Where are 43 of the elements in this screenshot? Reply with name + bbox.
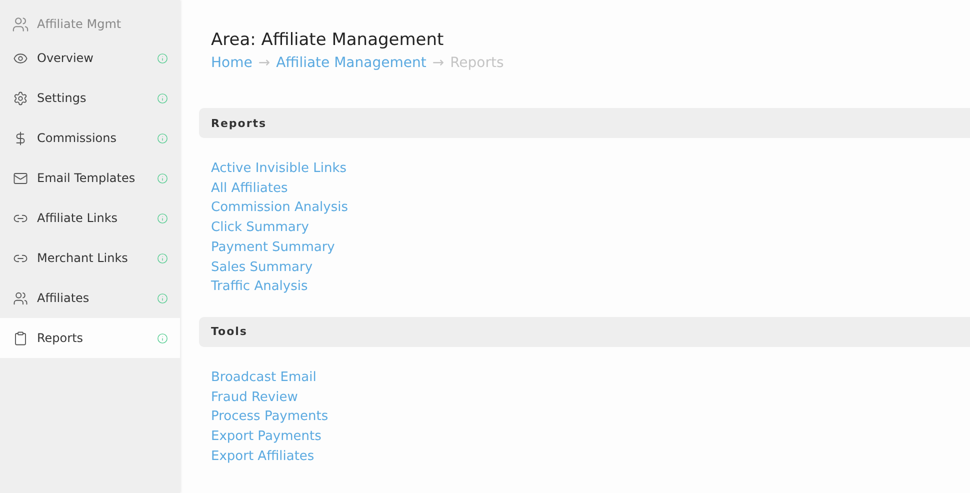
clipboard-icon [13, 330, 28, 346]
sidebar-item[interactable]: Email Templates [0, 158, 180, 198]
info-icon[interactable] [157, 52, 168, 64]
people-icon [13, 290, 28, 306]
envelope-icon [13, 170, 28, 186]
sidebar-item[interactable]: Commissions [0, 118, 180, 158]
info-icon[interactable] [157, 132, 168, 144]
sidebar-item[interactable]: Affiliate Links [0, 198, 180, 238]
report-link[interactable]: Export Payments [211, 427, 322, 447]
breadcrumb-separator: → [258, 55, 270, 71]
info-icon[interactable] [157, 292, 168, 304]
report-link[interactable]: All Affiliates [211, 178, 288, 198]
section-title: Tools [211, 325, 248, 338]
breadcrumb-link[interactable]: Affiliate Management [276, 55, 426, 71]
sidebar-item[interactable]: Settings [0, 78, 180, 118]
report-link[interactable]: Process Payments [211, 407, 328, 428]
sidebar-item[interactable]: Merchant Links [0, 238, 180, 278]
report-link[interactable]: Fraud Review [211, 388, 298, 408]
report-link[interactable]: Active Invisible Links [211, 159, 346, 179]
section-title: Reports [211, 116, 267, 130]
sidebar-header: Affiliate Mgmt [37, 17, 122, 31]
breadcrumb-link[interactable]: Home [211, 55, 252, 71]
settings-icon [13, 90, 28, 106]
report-link[interactable]: Traffic Analysis [211, 277, 308, 297]
sidebar-item[interactable]: Reports [0, 318, 180, 358]
users-icon [12, 16, 29, 32]
report-link[interactable]: Payment Summary [211, 238, 335, 258]
info-icon[interactable] [157, 212, 168, 224]
report-link[interactable]: Sales Summary [211, 258, 313, 278]
info-icon[interactable] [157, 172, 168, 184]
page-title: Area: Affiliate Management [211, 30, 445, 50]
info-icon[interactable] [157, 252, 168, 264]
breadcrumb-separator: → [432, 55, 444, 71]
breadcrumb-current: Reports [450, 55, 504, 71]
report-link[interactable]: Export Affiliates [211, 446, 314, 466]
report-link[interactable]: Click Summary [211, 218, 309, 238]
info-icon[interactable] [157, 92, 168, 104]
sidebar-item[interactable]: Overview [0, 38, 180, 78]
info-icon[interactable] [157, 332, 168, 344]
eye-icon [13, 50, 28, 66]
report-link[interactable]: Broadcast Email [211, 368, 316, 388]
report-link[interactable]: Commission Analysis [211, 198, 348, 218]
sidebar-item[interactable]: Affiliates [0, 278, 180, 318]
